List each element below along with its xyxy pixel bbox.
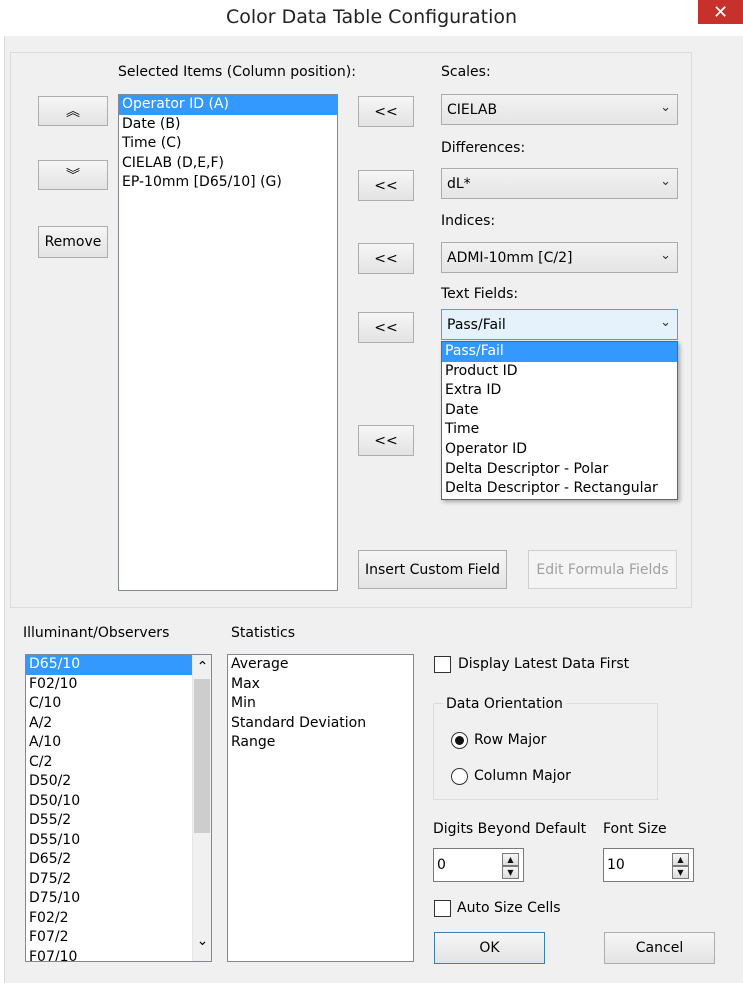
display-latest-first-label: Display Latest Data First: [458, 656, 630, 672]
text-fields-dropdown[interactable]: Pass/Fail ⌄: [441, 309, 678, 340]
differences-label: Differences:: [441, 140, 526, 156]
remove-button[interactable]: Remove: [38, 226, 108, 258]
digits-beyond-default-label: Digits Beyond Default: [433, 821, 587, 837]
list-item[interactable]: Max: [228, 675, 413, 695]
edit-formula-fields-button[interactable]: Edit Formula Fields: [528, 550, 677, 589]
scroll-up-icon[interactable]: ⌃: [193, 659, 211, 675]
text-fields-dropdown-list[interactable]: Pass/Fail Product ID Extra ID Date Time …: [441, 341, 678, 500]
add-index-button[interactable]: <<: [358, 243, 414, 274]
close-button[interactable]: ✕: [698, 0, 743, 24]
list-item[interactable]: D75/10: [26, 889, 192, 909]
add-difference-button[interactable]: <<: [358, 170, 414, 201]
list-item[interactable]: D65/10: [26, 655, 192, 675]
differences-value: dL*: [447, 175, 471, 192]
text-fields-label: Text Fields:: [441, 286, 519, 302]
chevron-down-icon: ⌄: [660, 100, 671, 115]
row-major-radio[interactable]: [451, 732, 468, 749]
list-item[interactable]: D75/2: [26, 870, 192, 890]
add-text-field-button[interactable]: <<: [358, 312, 414, 343]
list-item[interactable]: F07/10: [26, 948, 192, 962]
scales-dropdown[interactable]: CIELAB ⌄: [441, 94, 678, 125]
chevron-down-icon: ⌄: [660, 174, 671, 189]
list-item[interactable]: D50/2: [26, 772, 192, 792]
list-item[interactable]: Time (C): [119, 134, 337, 154]
scroll-down-icon[interactable]: ⌄: [193, 933, 211, 949]
display-latest-first-checkbox[interactable]: [434, 656, 451, 673]
text-fields-value: Pass/Fail: [447, 316, 506, 333]
cancel-button[interactable]: Cancel: [604, 932, 715, 964]
illuminant-observers-label: Illuminant/Observers: [23, 625, 170, 641]
move-up-button[interactable]: ︽: [38, 96, 108, 126]
radio-selected-dot: [455, 736, 464, 745]
list-item[interactable]: Date (B): [119, 115, 337, 135]
list-item[interactable]: Range: [228, 733, 413, 753]
scrollbar-thumb[interactable]: [194, 679, 210, 833]
double-chevron-up-icon: ︽: [66, 104, 80, 120]
close-icon: ✕: [712, 1, 729, 23]
list-item[interactable]: Operator ID (A): [119, 95, 337, 115]
list-item[interactable]: D55/10: [26, 831, 192, 851]
dropdown-option[interactable]: Product ID: [442, 362, 677, 382]
statistics-list[interactable]: Average Max Min Standard Deviation Range: [227, 654, 414, 962]
move-down-button[interactable]: ︾: [38, 160, 108, 190]
differences-dropdown[interactable]: dL* ⌄: [441, 168, 678, 199]
scales-label: Scales:: [441, 64, 491, 80]
statistics-label: Statistics: [231, 625, 295, 641]
dialog-body: Selected Items (Column position): Operat…: [4, 36, 743, 983]
column-major-radio[interactable]: [451, 768, 468, 785]
add-extra-button[interactable]: <<: [358, 425, 414, 456]
indices-label: Indices:: [441, 213, 496, 229]
dropdown-option[interactable]: Operator ID: [442, 440, 677, 460]
digits-spin-up[interactable]: ▲: [502, 853, 519, 866]
vertical-scrollbar[interactable]: ⌃ ⌄: [192, 655, 211, 961]
dropdown-option[interactable]: Extra ID: [442, 381, 677, 401]
list-item[interactable]: D55/2: [26, 811, 192, 831]
dropdown-option[interactable]: Pass/Fail: [442, 342, 677, 362]
chevron-down-icon: ⌄: [660, 315, 671, 330]
list-item[interactable]: CIELAB (D,E,F): [119, 154, 337, 174]
digits-spin-down[interactable]: ▼: [502, 866, 519, 879]
indices-dropdown[interactable]: ADMI-10mm [C/2] ⌄: [441, 242, 678, 273]
row-major-label: Row Major: [474, 732, 547, 748]
list-item[interactable]: D65/2: [26, 850, 192, 870]
indices-value: ADMI-10mm [C/2]: [447, 249, 573, 266]
list-item[interactable]: A/10: [26, 733, 192, 753]
list-item[interactable]: F07/2: [26, 928, 192, 948]
list-item[interactable]: F02/2: [26, 909, 192, 929]
list-item[interactable]: Standard Deviation: [228, 714, 413, 734]
column-major-label: Column Major: [474, 768, 571, 784]
dropdown-option[interactable]: Time: [442, 420, 677, 440]
window-title: Color Data Table Configuration: [225, 6, 518, 28]
digits-beyond-default-value: 0: [437, 857, 446, 873]
dropdown-option[interactable]: Delta Descriptor - Polar: [442, 460, 677, 480]
font-size-value: 10: [607, 857, 625, 873]
list-item[interactable]: C/2: [26, 753, 192, 773]
selected-items-list[interactable]: Operator ID (A) Date (B) Time (C) CIELAB…: [118, 94, 338, 591]
font-size-spin-down[interactable]: ▼: [672, 866, 689, 879]
auto-size-cells-checkbox[interactable]: [434, 900, 451, 917]
list-item[interactable]: C/10: [26, 694, 192, 714]
selected-items-label: Selected Items (Column position):: [118, 64, 356, 80]
insert-custom-field-button[interactable]: Insert Custom Field: [358, 550, 507, 589]
double-chevron-down-icon: ︾: [66, 168, 80, 184]
dropdown-option[interactable]: Date: [442, 401, 677, 421]
data-orientation-label: Data Orientation: [443, 696, 566, 712]
chevron-down-icon: ⌄: [660, 248, 671, 263]
list-item[interactable]: Min: [228, 694, 413, 714]
dropdown-option[interactable]: Delta Descriptor - Rectangular: [442, 479, 677, 499]
data-orientation-group: [433, 703, 658, 800]
list-item[interactable]: Average: [228, 655, 413, 675]
add-scale-button[interactable]: <<: [358, 96, 414, 127]
list-item[interactable]: EP-10mm [D65/10] (G): [119, 173, 337, 193]
auto-size-cells-label: Auto Size Cells: [457, 900, 561, 916]
list-item[interactable]: D50/10: [26, 792, 192, 812]
illuminant-observers-list[interactable]: D65/10 F02/10 C/10 A/2 A/10 C/2 D50/2 D5…: [25, 654, 212, 962]
title-bar: Color Data Table Configuration ✕: [0, 0, 743, 36]
ok-button[interactable]: OK: [434, 932, 545, 964]
scales-value: CIELAB: [447, 101, 498, 118]
list-item[interactable]: F02/10: [26, 675, 192, 695]
font-size-label: Font Size: [603, 821, 667, 837]
font-size-spin-up[interactable]: ▲: [672, 853, 689, 866]
list-item[interactable]: A/2: [26, 714, 192, 734]
